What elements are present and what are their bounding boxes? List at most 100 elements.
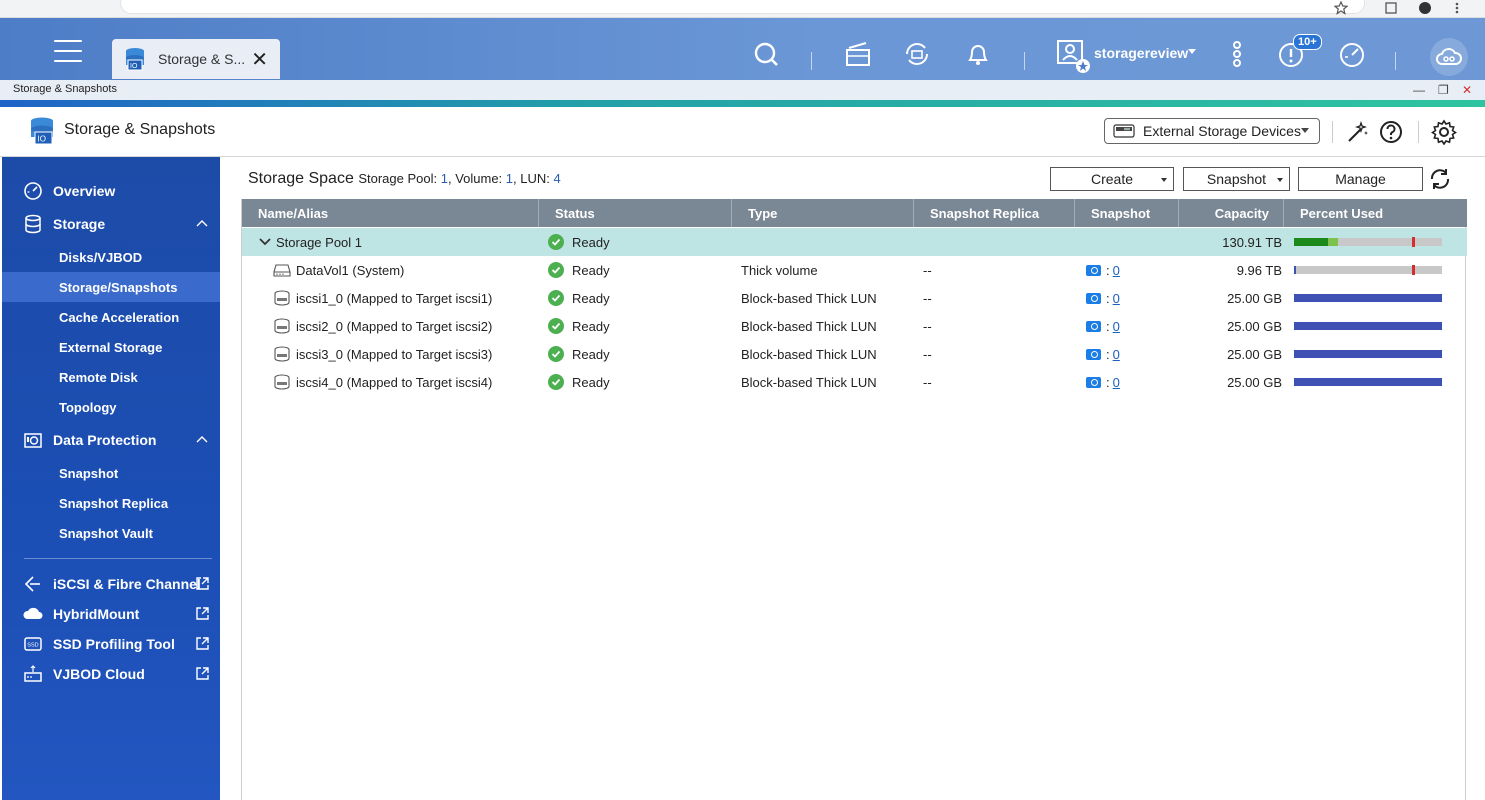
sidebar-item-cache-acceleration[interactable]: Cache Acceleration <box>2 302 220 332</box>
svg-text:IO: IO <box>38 135 46 144</box>
row-snapshot-replica: -- <box>923 346 932 362</box>
search-icon[interactable] <box>752 40 780 68</box>
browser-toolbar <box>0 0 1485 18</box>
resource-monitor-icon[interactable] <box>1338 40 1366 68</box>
sidebar-label-remote-disk: Remote Disk <box>59 370 138 385</box>
refresh-icon[interactable] <box>1428 167 1452 191</box>
sidebar-label-vjbod-cloud: VJBOD Cloud <box>53 666 145 682</box>
table-row[interactable]: DataVol1 (System) Ready Thick volume -- … <box>242 256 1467 284</box>
page-title: Storage Space <box>248 170 354 187</box>
row-name: iscsi1_0 (Mapped to Target iscsi1) <box>296 290 493 306</box>
col-capacity[interactable]: Capacity <box>1179 199 1284 227</box>
close-window-icon[interactable]: ✕ <box>1462 83 1472 97</box>
snapshot-count-link[interactable]: 0 <box>1113 263 1120 278</box>
minimize-icon[interactable]: — <box>1413 83 1425 97</box>
sidebar-item-storage[interactable]: Storage <box>2 209 220 239</box>
restore-icon[interactable]: ❐ <box>1438 83 1449 97</box>
row-snapshot-replica: -- <box>923 318 932 334</box>
sidebar-link-hybridmount[interactable]: HybridMount <box>2 599 220 629</box>
sidebar-link-ssd-profiling[interactable]: SSD SSD Profiling Tool <box>2 629 220 659</box>
user-menu-caret-icon[interactable] <box>1187 46 1197 56</box>
snapshot-count-link[interactable]: 0 <box>1113 291 1120 306</box>
main-menu-icon[interactable] <box>54 40 82 64</box>
row-name: DataVol1 (System) <box>296 262 405 278</box>
diagnostics-magic-icon[interactable] <box>1345 119 1371 145</box>
col-name-alias[interactable]: Name/Alias <box>242 199 539 227</box>
sync-icon[interactable] <box>903 40 931 68</box>
threshold-marker <box>1412 237 1416 247</box>
myqnapcloud-button[interactable] <box>1430 38 1468 76</box>
sidebar-label-external: External Storage <box>59 340 163 355</box>
sidebar-link-vjbod-cloud[interactable]: VJBOD Cloud <box>2 659 220 689</box>
check-icon <box>548 290 564 306</box>
table-row-pool[interactable]: Storage Pool 1 Ready 130.91 TB <box>242 228 1467 256</box>
extensions-icon[interactable] <box>1384 1 1398 15</box>
snapshot-count-link[interactable]: 0 <box>1113 375 1120 390</box>
col-status[interactable]: Status <box>539 199 732 227</box>
background-tasks-icon[interactable] <box>844 40 872 68</box>
row-usage-cell <box>1294 284 1442 312</box>
svg-text:IO: IO <box>130 63 138 70</box>
user-avatar-icon[interactable] <box>1056 38 1092 74</box>
sidebar-label-snapshot-replica: Snapshot Replica <box>59 496 169 511</box>
create-button[interactable]: Create <box>1050 167 1174 191</box>
table-row[interactable]: iscsi3_0 (Mapped to Target iscsi3) Ready… <box>242 340 1467 368</box>
close-tab-icon[interactable]: ✕ <box>251 47 268 72</box>
help-icon[interactable] <box>1378 119 1404 145</box>
sidebar-item-snapshot-replica[interactable]: Snapshot Replica <box>2 488 220 518</box>
table-row[interactable]: iscsi4_0 (Mapped to Target iscsi4) Ready… <box>242 368 1467 396</box>
app-tab-storage[interactable]: IO Storage & S... ✕ <box>112 39 280 79</box>
settings-gear-icon[interactable] <box>1431 119 1457 145</box>
storage-app-icon: IO <box>126 48 144 71</box>
manage-button[interactable]: Manage <box>1298 167 1423 191</box>
sidebar-link-iscsi[interactable]: iSCSI & Fibre Channel <box>2 569 220 599</box>
snapshot-button[interactable]: Snapshot <box>1183 167 1290 191</box>
sidebar-item-snapshot-vault[interactable]: Snapshot Vault <box>2 518 220 548</box>
sidebar-label-overview: Overview <box>53 183 116 199</box>
col-snapshot[interactable]: Snapshot <box>1075 199 1179 227</box>
app-title: Storage & Snapshots <box>64 121 216 138</box>
more-options-icon[interactable] <box>1224 40 1250 68</box>
pool-usage-bar <box>1294 237 1442 247</box>
col-type[interactable]: Type <box>732 199 914 227</box>
chevron-up-icon[interactable] <box>196 434 208 446</box>
snapshot-count-link[interactable]: 0 <box>1113 347 1120 362</box>
cloud-icon <box>1436 48 1462 65</box>
sidebar-item-topology[interactable]: Topology <box>2 392 220 422</box>
col-snapshot-replica[interactable]: Snapshot Replica <box>914 199 1075 227</box>
profile-icon[interactable] <box>1418 1 1432 15</box>
lun-disk-icon <box>273 318 291 334</box>
snapshot-colon: : <box>1106 262 1110 278</box>
sidebar-item-external-storage[interactable]: External Storage <box>2 332 220 362</box>
row-name-cell: iscsi2_0 (Mapped to Target iscsi2) <box>273 312 492 340</box>
usage-used-segment <box>1294 350 1442 358</box>
sidebar-item-disks-vjbod[interactable]: Disks/VJBOD <box>2 242 220 272</box>
row-capacity: 25.00 GB <box>1227 318 1282 334</box>
row-snapshot: : 0 <box>1086 340 1120 368</box>
sidebar-item-data-protection[interactable]: Data Protection <box>2 425 220 455</box>
divider <box>1418 121 1419 143</box>
iscsi-icon <box>24 576 40 592</box>
table-row[interactable]: iscsi2_0 (Mapped to Target iscsi2) Ready… <box>242 312 1467 340</box>
sidebar-item-overview[interactable]: Overview <box>2 176 220 206</box>
browser-menu-icon[interactable] <box>1450 1 1464 15</box>
snapshot-icon <box>1086 292 1101 304</box>
sidebar-item-storage-snapshots[interactable]: Storage/Snapshots <box>2 272 220 302</box>
address-bar[interactable] <box>120 0 1365 14</box>
table-row[interactable]: iscsi1_0 (Mapped to Target iscsi1) Ready… <box>242 284 1467 312</box>
external-storage-devices-button[interactable]: External Storage Devices <box>1104 118 1320 144</box>
chevron-up-icon[interactable] <box>196 218 208 230</box>
username-label[interactable]: storagereview <box>1094 45 1188 61</box>
bookmark-star-icon[interactable] <box>1334 1 1348 15</box>
col-percent-used[interactable]: Percent Used <box>1284 199 1467 227</box>
snapshot-count-link[interactable]: 0 <box>1113 319 1120 334</box>
row-name-cell: iscsi4_0 (Mapped to Target iscsi4) <box>273 368 492 396</box>
ssd-icon: SSD <box>24 637 42 651</box>
notification-bell-icon[interactable] <box>964 40 992 68</box>
row-name-cell: DataVol1 (System) <box>273 256 404 284</box>
stats-pool-label: Storage Pool: <box>358 171 438 186</box>
row-status-text: Ready <box>572 318 610 334</box>
sidebar-item-remote-disk[interactable]: Remote Disk <box>2 362 220 392</box>
collapse-chevron-icon[interactable] <box>258 235 272 249</box>
sidebar-item-snapshot[interactable]: Snapshot <box>2 458 220 488</box>
